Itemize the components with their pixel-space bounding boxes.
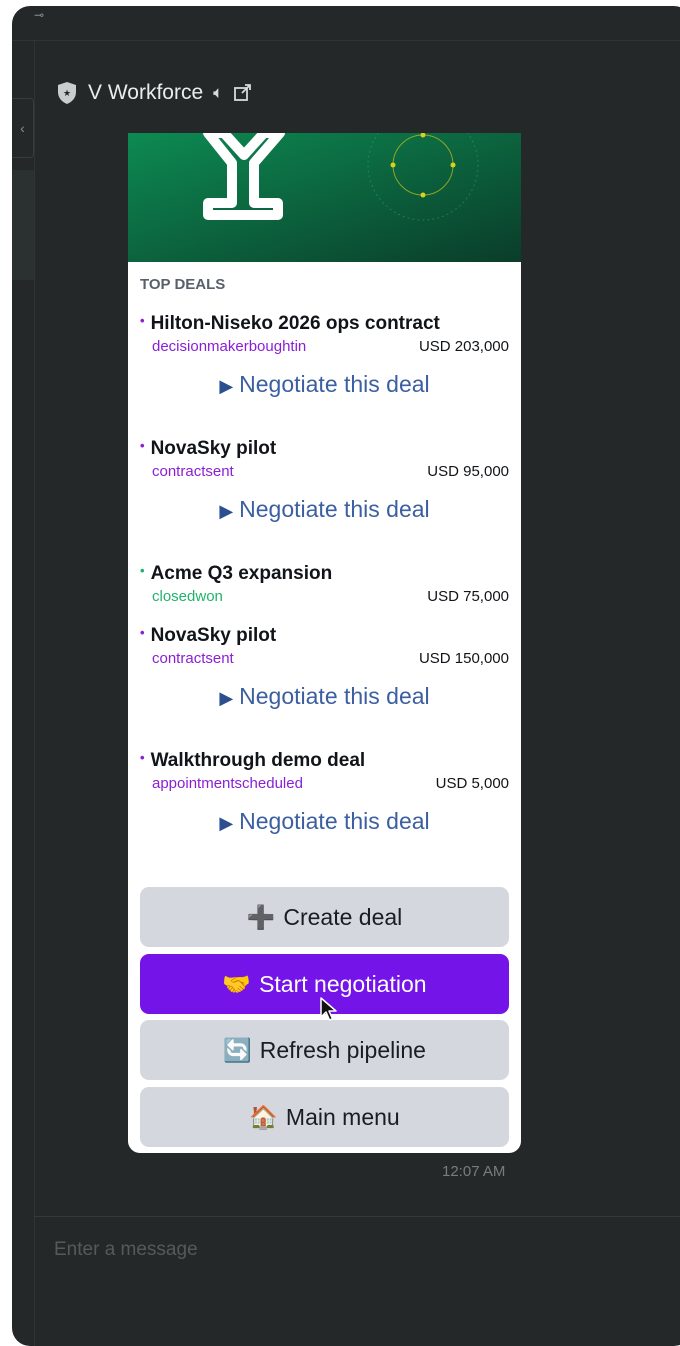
deal-amount: USD 75,000 <box>427 588 509 605</box>
deal-item: • Hilton-Niseko 2026 ops contract decision… <box>128 312 521 401</box>
house-icon: 🏠 <box>249 1104 278 1130</box>
refresh-pipeline-button[interactable]: 🔄 Refresh pipeline <box>140 1020 509 1080</box>
start-negotiation-label: Start negotiation <box>259 971 427 997</box>
mouse-cursor-icon <box>320 997 337 1021</box>
deal-stage: decisionmakerboughtin <box>152 338 307 355</box>
deal-meta-row: contractsent USD 95,000 <box>128 462 521 482</box>
external-link-icon[interactable] <box>233 83 253 103</box>
deal-stage: contractsent <box>152 650 234 667</box>
bullet-icon: • <box>140 438 145 453</box>
banner-image <box>128 133 521 262</box>
refresh-icon: 🔄 <box>223 1037 252 1063</box>
deal-stage: closedwon <box>152 588 223 605</box>
svg-text:★: ★ <box>63 88 71 98</box>
speaker-icon[interactable]: 🔈︎ <box>213 83 223 103</box>
negotiate-deal-link[interactable]: ▶ Negotiate this deal <box>128 804 521 838</box>
chat-window: ⊸ ‹ ★ V Workforce 🔈︎ TOP DEALS • Hilton-… <box>12 6 680 1346</box>
deal-title: • NovaSky pilot <box>140 437 521 462</box>
top-bar: ⊸ <box>12 6 680 41</box>
create-deal-label: Create deal <box>283 904 403 930</box>
deal-item: • Acme Q3 expansion closedwon USD 75,000 <box>128 562 521 607</box>
deal-title: • Hilton-Niseko 2026 ops contract <box>140 312 521 337</box>
bullet-icon: • <box>140 750 145 765</box>
chat-header: ★ V Workforce 🔈︎ <box>56 78 253 108</box>
handshake-icon: 🤝 <box>222 971 252 997</box>
bullet-icon: • <box>140 313 145 328</box>
composer-divider <box>34 1216 680 1217</box>
deal-amount: USD 150,000 <box>418 650 509 667</box>
play-icon: ▶ <box>219 688 234 708</box>
bullet-icon: • <box>140 563 145 578</box>
deal-item: • NovaSky pilot contractsent USD 150,000 ▶ Ne… <box>128 624 521 713</box>
chevron-left-icon: ‹ <box>20 120 25 136</box>
main-menu-label: Main menu <box>285 1104 400 1130</box>
deal-title: • NovaSky pilot <box>140 624 521 649</box>
negotiate-deal-link[interactable]: ▶ Negotiate this deal <box>128 492 521 526</box>
deal-item: • Walkthrough demo deal appointmentschedul… <box>128 749 521 838</box>
play-icon: ▶ <box>219 501 234 521</box>
deal-title: • Walkthrough demo deal <box>140 749 521 774</box>
deal-title-text: NovaSky pilot <box>150 625 277 646</box>
deal-title-text: Walkthrough demo deal <box>150 750 366 771</box>
left-rail: ‹ <box>12 40 35 1346</box>
deal-stage: contractsent <box>152 463 234 480</box>
play-icon: ▶ <box>219 376 234 396</box>
deal-title: • Acme Q3 expansion <box>140 562 521 587</box>
drag-handle-icon[interactable]: ⊸ <box>34 8 44 22</box>
shield-icon: ★ <box>58 82 76 104</box>
create-deal-button[interactable]: ➕ Create deal <box>140 887 509 947</box>
refresh-pipeline-label: Refresh pipeline <box>259 1037 426 1063</box>
negotiate-label: Negotiate this deal <box>239 371 430 397</box>
deal-amount: USD 95,000 <box>427 463 509 480</box>
negotiate-label: Negotiate this deal <box>239 496 430 522</box>
negotiate-deal-link[interactable]: ▶ Negotiate this deal <box>128 367 521 401</box>
deal-meta-row: contractsent USD 150,000 <box>128 649 521 669</box>
negotiate-deal-link[interactable]: ▶ Negotiate this deal <box>128 679 521 713</box>
deal-meta-row: decisionmakerboughtin USD 203,000 <box>128 337 521 357</box>
deal-amount: USD 203,000 <box>418 338 509 355</box>
rail-panel <box>12 170 34 280</box>
deals-card: TOP DEALS • Hilton-Niseko 2026 ops contra… <box>128 133 521 1153</box>
deal-meta-row: appointmentscheduled USD 5,000 <box>128 774 521 794</box>
play-icon: ▶ <box>219 813 234 833</box>
plus-icon: ➕ <box>246 904 276 930</box>
section-title: TOP DEALS <box>140 276 226 293</box>
negotiate-label: Negotiate this deal <box>239 683 430 709</box>
bullet-icon: • <box>140 625 145 640</box>
deal-title-text: Acme Q3 expansion <box>150 563 333 584</box>
deal-amount: USD 5,000 <box>435 775 509 792</box>
main-menu-button[interactable]: 🏠 Main menu <box>140 1087 509 1147</box>
chat-title: V Workforce <box>88 81 204 104</box>
deal-item: • NovaSky pilot contractsent USD 95,000 ▶ Neg… <box>128 437 521 526</box>
deal-title-text: Hilton-Niseko 2026 ops contract <box>150 313 440 334</box>
message-input[interactable] <box>52 1234 656 1266</box>
deal-title-text: NovaSky pilot <box>150 438 277 459</box>
negotiate-label: Negotiate this deal <box>239 808 430 834</box>
collapse-rail-button[interactable]: ‹ <box>12 98 34 158</box>
deal-stage: appointmentscheduled <box>152 775 303 792</box>
deal-meta-row: closedwon USD 75,000 <box>128 587 521 607</box>
message-timestamp: 12:07 AM <box>442 1163 506 1180</box>
